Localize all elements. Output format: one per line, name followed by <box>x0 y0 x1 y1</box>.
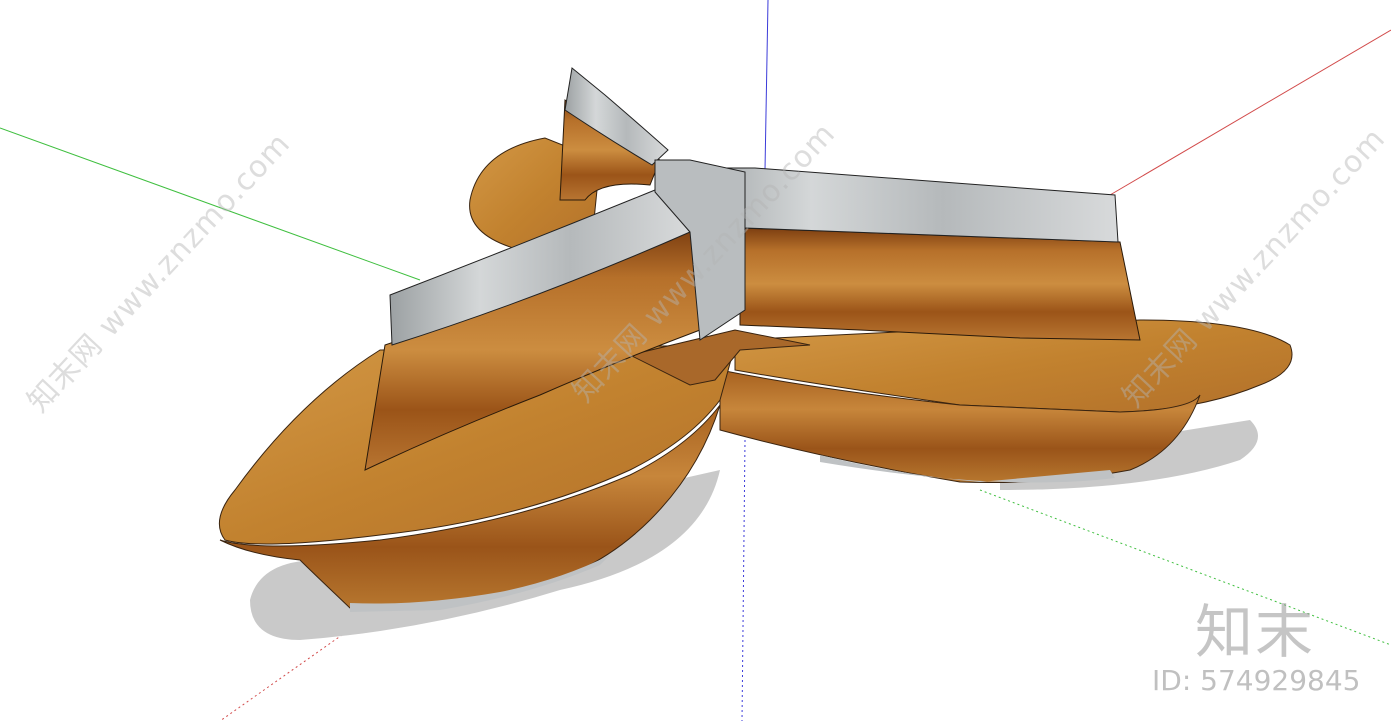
axis-blue-dotted <box>741 439 746 722</box>
axis-red <box>1109 29 1391 196</box>
axis-green <box>0 127 421 281</box>
axis-blue <box>764 0 769 171</box>
backrest-right-wood <box>739 227 1141 341</box>
model-id-label: ID: 574929845 <box>1152 664 1361 697</box>
model-viewport[interactable]: 知末网 www.znzmo.com 知末网 www.znzmo.com 知末网 … <box>0 0 1391 722</box>
scene-canvas[interactable] <box>0 0 1391 722</box>
axis-green-dotted <box>979 489 1391 646</box>
brand-logo: 知末 <box>1195 598 1316 666</box>
